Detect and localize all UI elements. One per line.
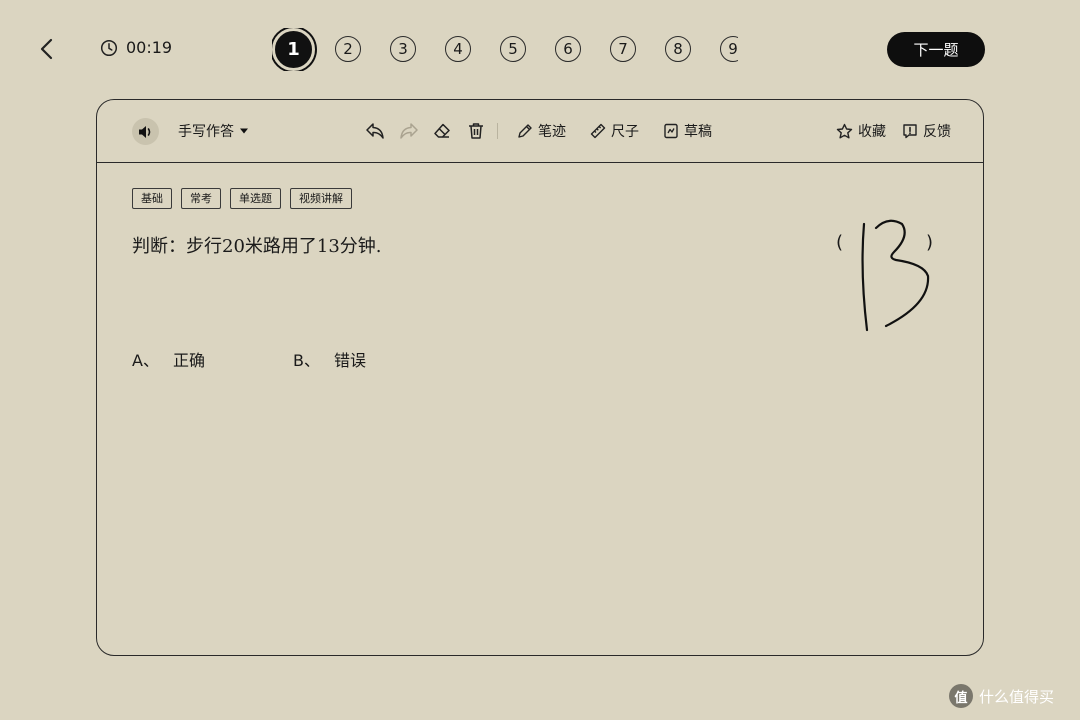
trash-icon[interactable] — [467, 120, 485, 142]
timer: 00:19 — [100, 38, 172, 57]
caret-down-icon — [239, 127, 249, 135]
star-icon — [836, 123, 853, 140]
pen-trace-button[interactable]: 笔迹 — [517, 120, 566, 142]
favorite-label: 收藏 — [858, 124, 886, 140]
toolbar-divider — [96, 162, 984, 163]
question-text: 判断：步行20米路用了13分钟. — [132, 236, 382, 257]
option-a-letter: A、 — [132, 351, 159, 370]
watermark-text: 什么值得买 — [979, 687, 1055, 706]
answer-mode-label: 手写作答 — [178, 124, 234, 140]
option-b[interactable]: B、 错误 — [293, 347, 366, 371]
ruler-icon — [590, 123, 606, 139]
back-arrow-icon[interactable] — [34, 36, 60, 62]
question-navigator: 1 2 3 4 5 6 7 8 9 — [272, 28, 738, 71]
question-number-6[interactable]: 6 — [555, 36, 581, 62]
question-number-8[interactable]: 8 — [665, 36, 691, 62]
question-number-7[interactable]: 7 — [610, 36, 636, 62]
feedback-icon — [902, 123, 918, 139]
question-number-1[interactable]: 1 — [272, 28, 315, 71]
ruler-button[interactable]: 尺子 — [590, 120, 639, 142]
tag-video-explanation[interactable]: 视频讲解 — [290, 188, 352, 209]
question-number-2[interactable]: 2 — [335, 36, 361, 62]
clock-icon — [100, 39, 118, 57]
next-question-button[interactable]: 下一题 — [887, 32, 985, 67]
option-a-text: 正确 — [172, 351, 205, 370]
question-number-4[interactable]: 4 — [445, 36, 471, 62]
eraser-icon[interactable] — [433, 120, 451, 142]
timer-value: 00:19 — [126, 38, 173, 57]
ruler-label: 尺子 — [611, 124, 639, 140]
answer-mode-dropdown[interactable]: 手写作答 — [178, 120, 249, 142]
question-number-3[interactable]: 3 — [390, 36, 416, 62]
answer-paren-open: ( — [836, 232, 844, 253]
tag-single-choice: 单选题 — [230, 188, 281, 209]
favorite-button[interactable]: 收藏 — [836, 120, 886, 142]
draft-button[interactable]: 草稿 — [663, 120, 712, 142]
handwritten-answer[interactable] — [850, 212, 940, 341]
redo-icon[interactable] — [399, 120, 419, 142]
pen-label: 笔迹 — [538, 124, 566, 140]
option-a[interactable]: A、 正确 — [132, 347, 205, 371]
draft-icon — [663, 123, 679, 139]
question-number-5[interactable]: 5 — [500, 36, 526, 62]
option-b-text: 错误 — [333, 351, 366, 370]
draft-label: 草稿 — [684, 124, 712, 140]
feedback-button[interactable]: 反馈 — [902, 120, 951, 142]
watermark-logo: 值 — [949, 684, 973, 708]
question-tags: 基础 常考 单选题 视频讲解 — [132, 188, 352, 209]
question-number-9[interactable]: 9 — [720, 36, 738, 62]
feedback-label: 反馈 — [923, 124, 951, 140]
undo-icon[interactable] — [365, 120, 385, 142]
toolbar-separator — [497, 123, 498, 139]
pen-icon — [517, 123, 533, 139]
tag-basic: 基础 — [132, 188, 172, 209]
question-card — [96, 99, 984, 656]
speaker-icon[interactable] — [132, 118, 159, 145]
option-b-letter: B、 — [293, 351, 320, 370]
tag-common: 常考 — [181, 188, 221, 209]
watermark: 值 什么值得买 — [949, 684, 1054, 708]
